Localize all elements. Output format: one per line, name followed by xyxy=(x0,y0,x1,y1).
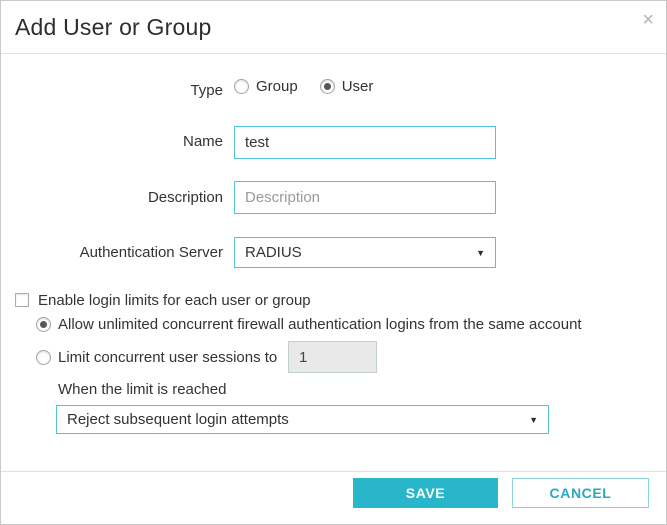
close-icon[interactable]: × xyxy=(642,10,654,30)
enable-limits-checkbox[interactable] xyxy=(15,293,29,307)
dialog-header: Add User or Group × xyxy=(1,1,666,54)
user-radio-label[interactable]: User xyxy=(342,78,374,95)
name-label: Name xyxy=(182,133,223,150)
description-input[interactable] xyxy=(234,181,496,214)
when-reached-label: When the limit is reached xyxy=(58,381,227,398)
limit-action-value: Reject subsequent login attempts xyxy=(67,411,289,428)
save-button[interactable]: SAVE xyxy=(353,478,498,508)
allow-unlimited-label[interactable]: Allow unlimited concurrent firewall auth… xyxy=(58,316,582,333)
enable-limits-label[interactable]: Enable login limits for each user or gro… xyxy=(38,292,311,309)
chevron-down-icon: ▼ xyxy=(476,247,485,258)
description-label: Description xyxy=(147,189,223,206)
chevron-down-icon: ▼ xyxy=(529,414,538,425)
auth-server-value: RADIUS xyxy=(245,244,302,261)
type-label: Type xyxy=(190,82,223,99)
user-radio[interactable] xyxy=(319,79,335,94)
limit-sessions-radio[interactable] xyxy=(36,350,51,365)
group-radio[interactable] xyxy=(234,79,249,94)
auth-server-label: Authentication Server xyxy=(79,244,223,261)
add-user-group-dialog: Add User or Group × Type Group User Name… xyxy=(0,0,667,525)
name-input[interactable] xyxy=(234,126,496,159)
limit-action-select[interactable]: Reject subsequent login attempts ▼ xyxy=(56,405,549,434)
allow-unlimited-radio[interactable] xyxy=(36,317,51,332)
limit-sessions-label[interactable]: Limit concurrent user sessions to xyxy=(58,349,277,366)
auth-server-select[interactable]: RADIUS ▼ xyxy=(234,237,496,268)
footer-divider xyxy=(1,471,666,472)
dialog-title: Add User or Group xyxy=(15,14,212,40)
cancel-button[interactable]: CANCEL xyxy=(512,478,649,508)
group-radio-label[interactable]: Group xyxy=(256,78,298,95)
limit-sessions-row: Limit concurrent user sessions to xyxy=(36,349,277,366)
allow-unlimited-row: Allow unlimited concurrent firewall auth… xyxy=(36,316,582,333)
type-radio-group: Group User xyxy=(234,78,373,95)
session-limit-input[interactable] xyxy=(288,341,377,373)
